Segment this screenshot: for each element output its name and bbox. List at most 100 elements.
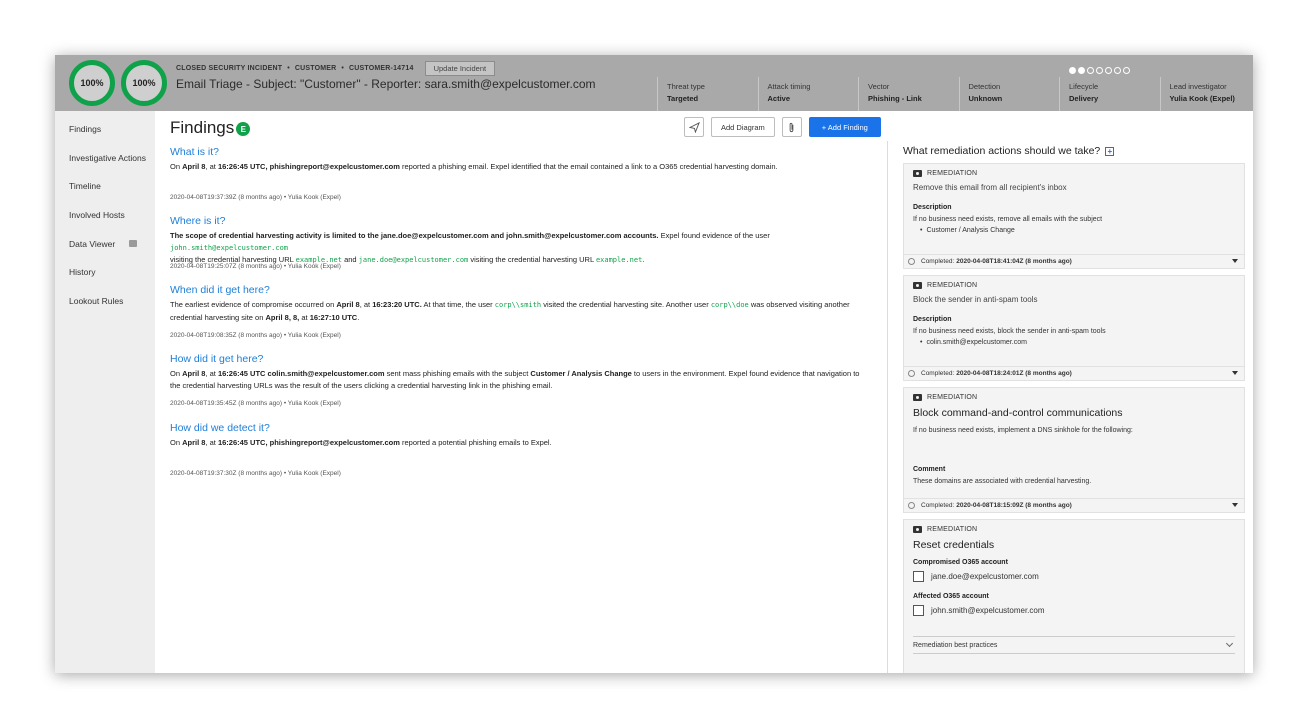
completed-row[interactable]: Completed: 2020-04-08T18:24:01Z (8 months…: [904, 366, 1244, 380]
answer-bold: The scope of credential harvesting activ…: [170, 231, 659, 240]
remediation-card: REMEDIATION Block the sender in anti-spa…: [903, 275, 1245, 381]
finding-timestamp: 2020-04-08T19:25:07Z (8 months ago) • Yu…: [170, 263, 341, 270]
finding-where: Where is it? The scope of credential har…: [170, 215, 870, 270]
progress-ring: 100%: [121, 60, 167, 106]
send-icon: [688, 121, 700, 133]
description-text: If no business need exists, implement a …: [913, 427, 1133, 434]
finding-answer: On April 8, at 16:26:45 UTC, phishingrep…: [170, 437, 870, 449]
sidebar-item-history[interactable]: History: [55, 258, 155, 287]
finding-question[interactable]: How did we detect it?: [170, 422, 870, 434]
pager-dot[interactable]: [1069, 67, 1076, 74]
answer-code: example.net: [595, 256, 643, 264]
incident-stats: Threat type Targeted Attack timing Active …: [657, 77, 1253, 111]
sidebar-item-label: History: [69, 267, 96, 278]
sidebar-item-label: Lookout Rules: [69, 295, 124, 306]
answer-text: visited the credential harvesting site. …: [541, 300, 711, 309]
pager-dot[interactable]: [1105, 67, 1112, 74]
answer-bold: April 8: [182, 369, 206, 378]
description-text: If no business need exists, block the se…: [913, 328, 1106, 335]
completed-label: Completed:: [921, 370, 955, 377]
caret-down-icon[interactable]: [1232, 259, 1238, 263]
best-practices-toggle[interactable]: Remediation best practices: [913, 636, 1235, 654]
paperclip-icon: [789, 122, 794, 132]
finding-question[interactable]: When did it get here?: [170, 284, 870, 296]
stat-label: Vector: [868, 82, 890, 91]
sidebar-item-timeline[interactable]: Timeline: [55, 172, 155, 201]
app-window: 100% 100% CLOSED SECURITY INCIDENT • CUS…: [55, 55, 1253, 673]
sidebar-item-findings[interactable]: Findings: [55, 115, 155, 144]
answer-bold: 16:27:10 UTC: [309, 312, 358, 322]
finding-answer: The scope of credential harvesting activ…: [170, 230, 870, 267]
card-title: Reset credentials: [913, 539, 995, 551]
completed-label: Completed:: [921, 258, 955, 265]
stat-value: Unknown: [968, 94, 1003, 103]
sidebar-item-lookout-rules[interactable]: Lookout Rules: [55, 287, 155, 316]
pager-dot[interactable]: [1096, 67, 1103, 74]
sidebar-item-data-viewer[interactable]: Data Viewer: [55, 229, 155, 258]
caret-down-icon[interactable]: [1232, 503, 1238, 507]
finding-timestamp: 2020-04-08T19:37:30Z (8 months ago) • Yu…: [170, 470, 341, 477]
comment-text: These domains are associated with creden…: [913, 478, 1092, 485]
stat-value: Targeted: [667, 94, 699, 103]
finding-question[interactable]: Where is it?: [170, 215, 870, 227]
comment-label: Comment: [913, 466, 946, 473]
external-link-icon: [129, 240, 138, 248]
answer-text: .: [642, 255, 645, 264]
stat-label: Attack timing: [767, 82, 811, 91]
add-diagram-button[interactable]: Add Diagram: [711, 117, 775, 137]
completed-value: 2020-04-08T18:24:01Z (8 months ago): [956, 370, 1072, 377]
finding-question[interactable]: How did it get here?: [170, 353, 870, 365]
description-label: Description: [913, 204, 952, 211]
progress-value: 100%: [80, 78, 104, 88]
completed-row[interactable]: Completed: 2020-04-08T18:15:09Z (8 months…: [904, 498, 1244, 512]
account-checkbox[interactable]: [913, 571, 924, 582]
answer-bold: 16:23:20 UTC.: [372, 300, 422, 309]
pager-dots[interactable]: [1069, 67, 1130, 74]
customer-label: CUSTOMER: [294, 65, 337, 72]
answer-code: corp\\smith: [494, 301, 542, 309]
finding-answer: The earliest evidence of compromise occu…: [170, 299, 870, 323]
pager-dot[interactable]: [1078, 67, 1085, 74]
card-header: REMEDIATION: [904, 276, 1244, 289]
finding-question[interactable]: What is it?: [170, 146, 870, 158]
pager-dot[interactable]: [1114, 67, 1121, 74]
answer-bold: April 8: [182, 438, 206, 447]
card-header: REMEDIATION: [904, 520, 1244, 533]
answer-code: jane.doe@expelcustomer.com: [358, 256, 469, 264]
description-bullet: Customer / Analysis Change: [904, 225, 1244, 236]
answer-text: .: [357, 312, 360, 322]
incident-title: Email Triage - Subject: "Customer" - Rep…: [176, 77, 596, 91]
progress-value: 100%: [132, 78, 156, 88]
page-title-text: Findings: [170, 118, 235, 137]
stat-value: Active: [767, 94, 791, 103]
send-button[interactable]: [684, 117, 704, 137]
sidebar-item-label: Involved Hosts: [69, 210, 125, 221]
remediation-icon: [913, 394, 922, 401]
completed-row[interactable]: Completed: 2020-04-08T18:41:04Z (8 months…: [904, 254, 1244, 268]
finding-what: What is it? On April 8, at 16:26:45 UTC,…: [170, 146, 870, 201]
answer-text: The earliest evidence of compromise occu…: [170, 300, 337, 309]
caret-down-icon[interactable]: [1232, 371, 1238, 375]
pager-dot[interactable]: [1123, 67, 1130, 74]
answer-text: reported a phishing email. Expel identif…: [399, 162, 778, 171]
account-checkbox[interactable]: [913, 605, 924, 616]
stat-threat-type: Threat type Targeted: [657, 77, 758, 111]
pager-dot[interactable]: [1087, 67, 1094, 74]
add-finding-button[interactable]: + Add Finding: [808, 117, 881, 137]
add-remediation-icon[interactable]: +: [1105, 146, 1115, 156]
completed-value: 2020-04-08T18:41:04Z (8 months ago): [956, 258, 1072, 265]
stat-lead-investigator: Lead investigator Yulia Kook (Expel): [1159, 77, 1254, 111]
update-incident-button[interactable]: Update Incident: [424, 61, 496, 76]
finding-answer: On April 8, at 16:26:45 UTC, phishingrep…: [170, 161, 870, 173]
answer-bold: 16:26:45 UTC colin.smith@expelcustomer.c…: [217, 369, 385, 378]
findings-toolbar: Add Diagram + Add Finding: [684, 117, 881, 137]
completed-value: 2020-04-08T18:15:09Z (8 months ago): [956, 502, 1072, 509]
sidebar-item-investigative-actions[interactable]: Investigative Actions: [55, 144, 155, 173]
card-label: REMEDIATION: [927, 526, 978, 533]
account-check-row: john.smith@expelcustomer.com: [904, 600, 1244, 616]
stat-label: Lifecycle: [1069, 82, 1099, 91]
answer-text: and: [341, 255, 359, 264]
sidebar-item-involved-hosts[interactable]: Involved Hosts: [55, 201, 155, 230]
answer-text: Expel found evidence of the user: [658, 231, 770, 240]
attach-button[interactable]: [781, 117, 802, 137]
